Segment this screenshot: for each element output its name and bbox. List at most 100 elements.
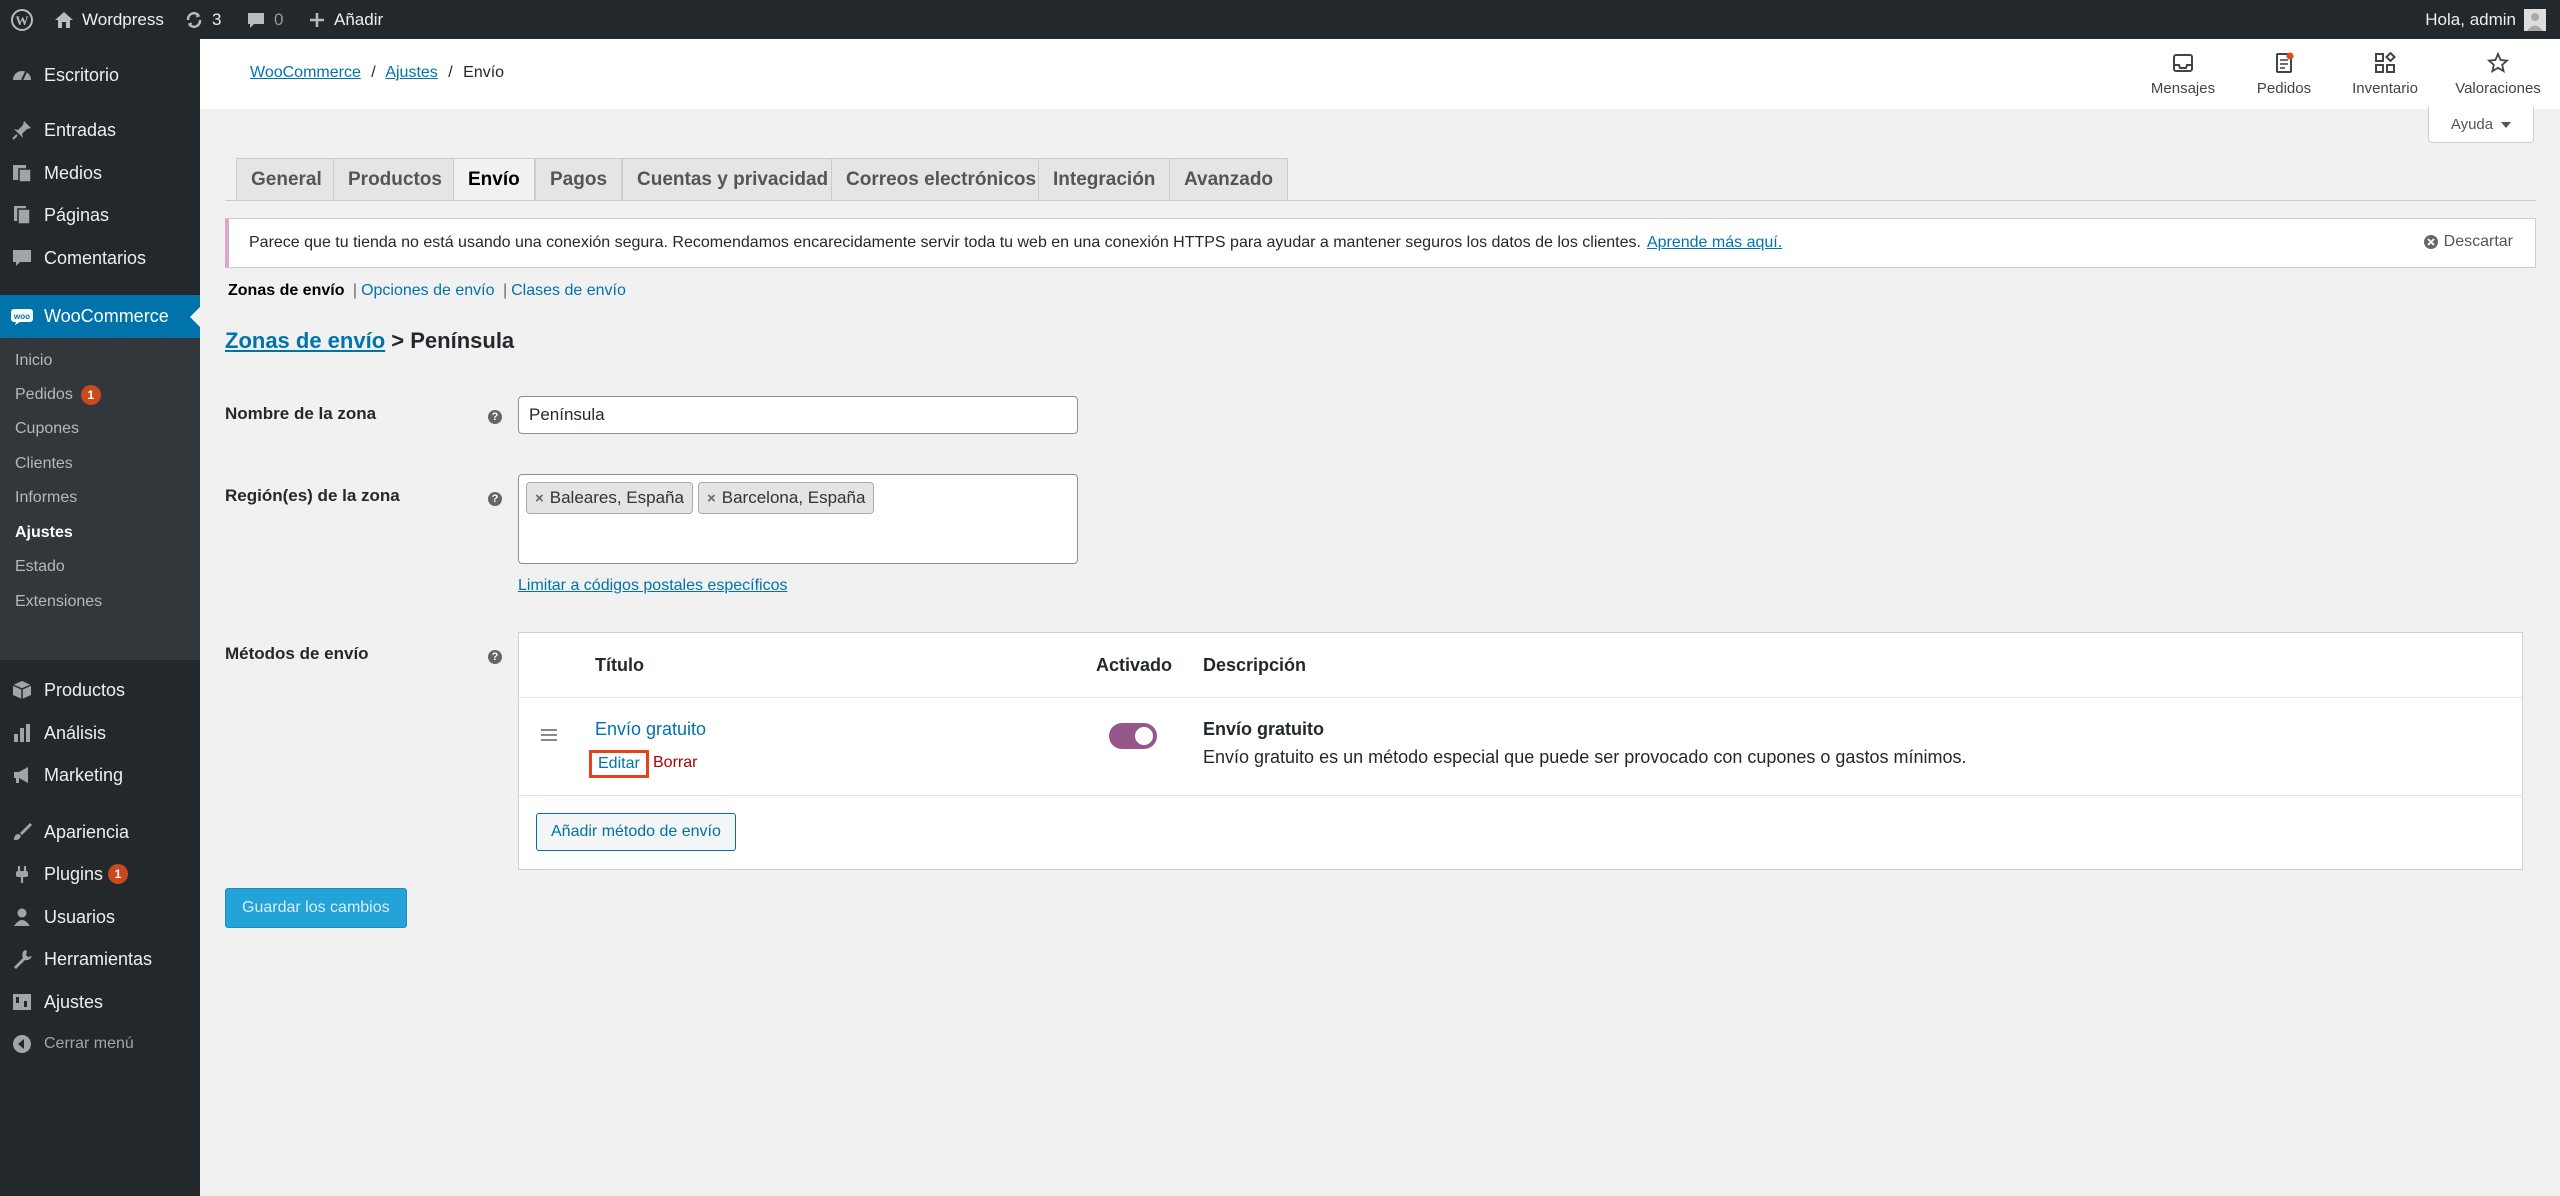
new-content-link[interactable]: Añadir [308,0,383,39]
subnav-zonas[interactable]: Zonas de envío [228,282,344,299]
breadcrumb: WooCommerce / Ajustes / Envío [250,64,505,81]
megaphone-icon [10,763,34,787]
tab-integracion[interactable]: Integración [1038,158,1171,200]
menu-apariencia[interactable]: Apariencia [0,813,200,851]
tab-productos[interactable]: Productos [333,158,457,200]
submenu-inicio[interactable]: Inicio [15,348,52,374]
menu-entradas[interactable]: Entradas [0,111,200,149]
box-icon [10,678,34,702]
submenu-estado[interactable]: Estado [15,554,65,580]
save-changes-button[interactable]: Guardar los cambios [225,888,407,928]
bar-chart-icon [10,721,34,745]
zone-regions-label: Región(es) de la zona [225,486,400,505]
submenu-ajustes[interactable]: Ajustes [15,520,73,546]
region-chip: × Barcelona, España [698,482,875,514]
remove-chip-icon[interactable]: × [535,490,544,507]
submenu-clientes[interactable]: Clientes [15,451,73,477]
inbox-icon [2173,53,2193,72]
add-shipping-method-button[interactable]: Añadir método de envío [536,813,736,851]
page-title: Zonas de envío > Península [225,328,515,353]
row-divider [519,795,2522,796]
drag-handle-icon[interactable] [541,729,557,744]
brush-icon [10,820,34,844]
submenu-pedidos[interactable]: Pedidos 1 [15,382,101,408]
site-name-link[interactable]: Wordpress [54,0,164,39]
zones-back-link[interactable]: Zonas de envío [225,328,385,353]
shipping-methods-table: Título Activado Descripción Envío gratui… [518,632,2523,870]
comments-link[interactable]: 0 [246,0,283,39]
plus-icon [310,12,324,27]
method-enabled-toggle[interactable] [1109,723,1157,749]
method-description-title: Envío gratuito [1203,719,1324,739]
subnav-clases[interactable]: Clases de envío [511,282,626,299]
wrench-icon [10,947,34,971]
menu-usuarios[interactable]: Usuarios [0,898,200,936]
region-chip: × Baleares, España [526,482,693,514]
tabs-divider [225,200,2536,201]
settings-icon [10,990,34,1014]
pages-icon [10,203,34,227]
notice-learn-more-link[interactable]: Aprende más aquí. [1647,234,1782,252]
updates-link[interactable]: 3 [184,0,221,39]
tab-cuentas[interactable]: Cuentas y privacidad [622,158,844,200]
submenu-extensiones[interactable]: Extensiones [15,589,102,615]
menu-collapse[interactable]: Cerrar menú [0,1025,200,1063]
column-header-enabled: Activado [1096,655,1173,675]
limit-postcodes-link[interactable]: Limitar a códigos postales específicos [518,577,787,595]
menu-comentarios[interactable]: Comentarios [0,239,200,277]
help-tip-icon[interactable]: ? [488,492,502,506]
tab-pagos[interactable]: Pagos [535,158,623,200]
zone-name-input[interactable]: Península [518,396,1078,434]
remove-chip-icon[interactable]: × [707,490,716,507]
activity-valoraciones[interactable]: Valoraciones [2448,39,2548,109]
submenu-informes[interactable]: Informes [15,485,77,511]
menu-productos[interactable]: Productos [0,671,200,709]
tab-general[interactable]: General [236,158,337,200]
menu-plugins[interactable]: Plugins 1 [0,855,200,893]
method-title-link[interactable]: Envío gratuito [595,719,706,740]
menu-paginas[interactable]: Páginas [0,196,200,234]
menu-marketing[interactable]: Marketing [0,756,200,794]
tab-correos[interactable]: Correos electrónicos [831,158,1052,200]
activity-mensajes[interactable]: Mensajes [2146,39,2220,109]
edit-method-link[interactable]: Editar [589,750,649,778]
new-label: Añadir [334,9,384,29]
method-description-text: Envío gratuito es un método especial que… [1203,747,1967,767]
comment-bubble-icon [248,12,264,28]
menu-escritorio[interactable]: Escritorio [0,56,200,94]
menu-analisis[interactable]: Análisis [0,714,200,752]
breadcrumb-current: Envío [463,64,505,81]
tab-avanzado[interactable]: Avanzado [1169,158,1289,200]
avatar-icon [2524,8,2546,31]
zone-regions-select[interactable]: × Baleares, España × Barcelona, España [518,474,1078,564]
menu-medios[interactable]: Medios [0,154,200,192]
menu-woocommerce[interactable]: woo WooCommerce [0,295,200,338]
svg-text:woo: woo [13,312,30,321]
help-button[interactable]: Ayuda [2428,107,2534,143]
delete-method-link[interactable]: Borrar [653,754,697,772]
collapse-icon [10,1032,34,1056]
woocommerce-submenu: Inicio Pedidos 1 Cupones Clientes Informe… [0,338,200,660]
activity-pedidos[interactable]: Pedidos [2250,39,2318,109]
subnav-opciones[interactable]: Opciones de envío [361,282,494,299]
star-icon [2487,51,2509,73]
menu-ajustes[interactable]: Ajustes [0,983,200,1021]
help-tip-icon[interactable]: ? [488,410,502,424]
header-divider [519,697,2522,698]
plugins-count-badge: 1 [108,864,128,884]
help-tip-icon[interactable]: ? [488,650,502,664]
menu-herramientas[interactable]: Herramientas [0,940,200,978]
dismiss-button[interactable]: Descartar [2423,233,2513,251]
close-circle-icon [2423,235,2438,249]
tab-envio[interactable]: Envío [453,158,535,201]
wordpress-logo-icon[interactable]: W [10,0,34,39]
dashboard-icon [10,63,34,87]
orders-icon [2276,52,2294,73]
account-menu[interactable]: Hola, admin [2425,0,2546,39]
activity-inventario[interactable]: Inventario [2342,39,2428,109]
breadcrumb-woocommerce-link[interactable]: WooCommerce [250,64,361,81]
user-icon [10,905,34,929]
breadcrumb-ajustes-link[interactable]: Ajustes [385,64,437,81]
updates-count: 3 [212,9,222,29]
submenu-cupones[interactable]: Cupones [15,416,79,442]
